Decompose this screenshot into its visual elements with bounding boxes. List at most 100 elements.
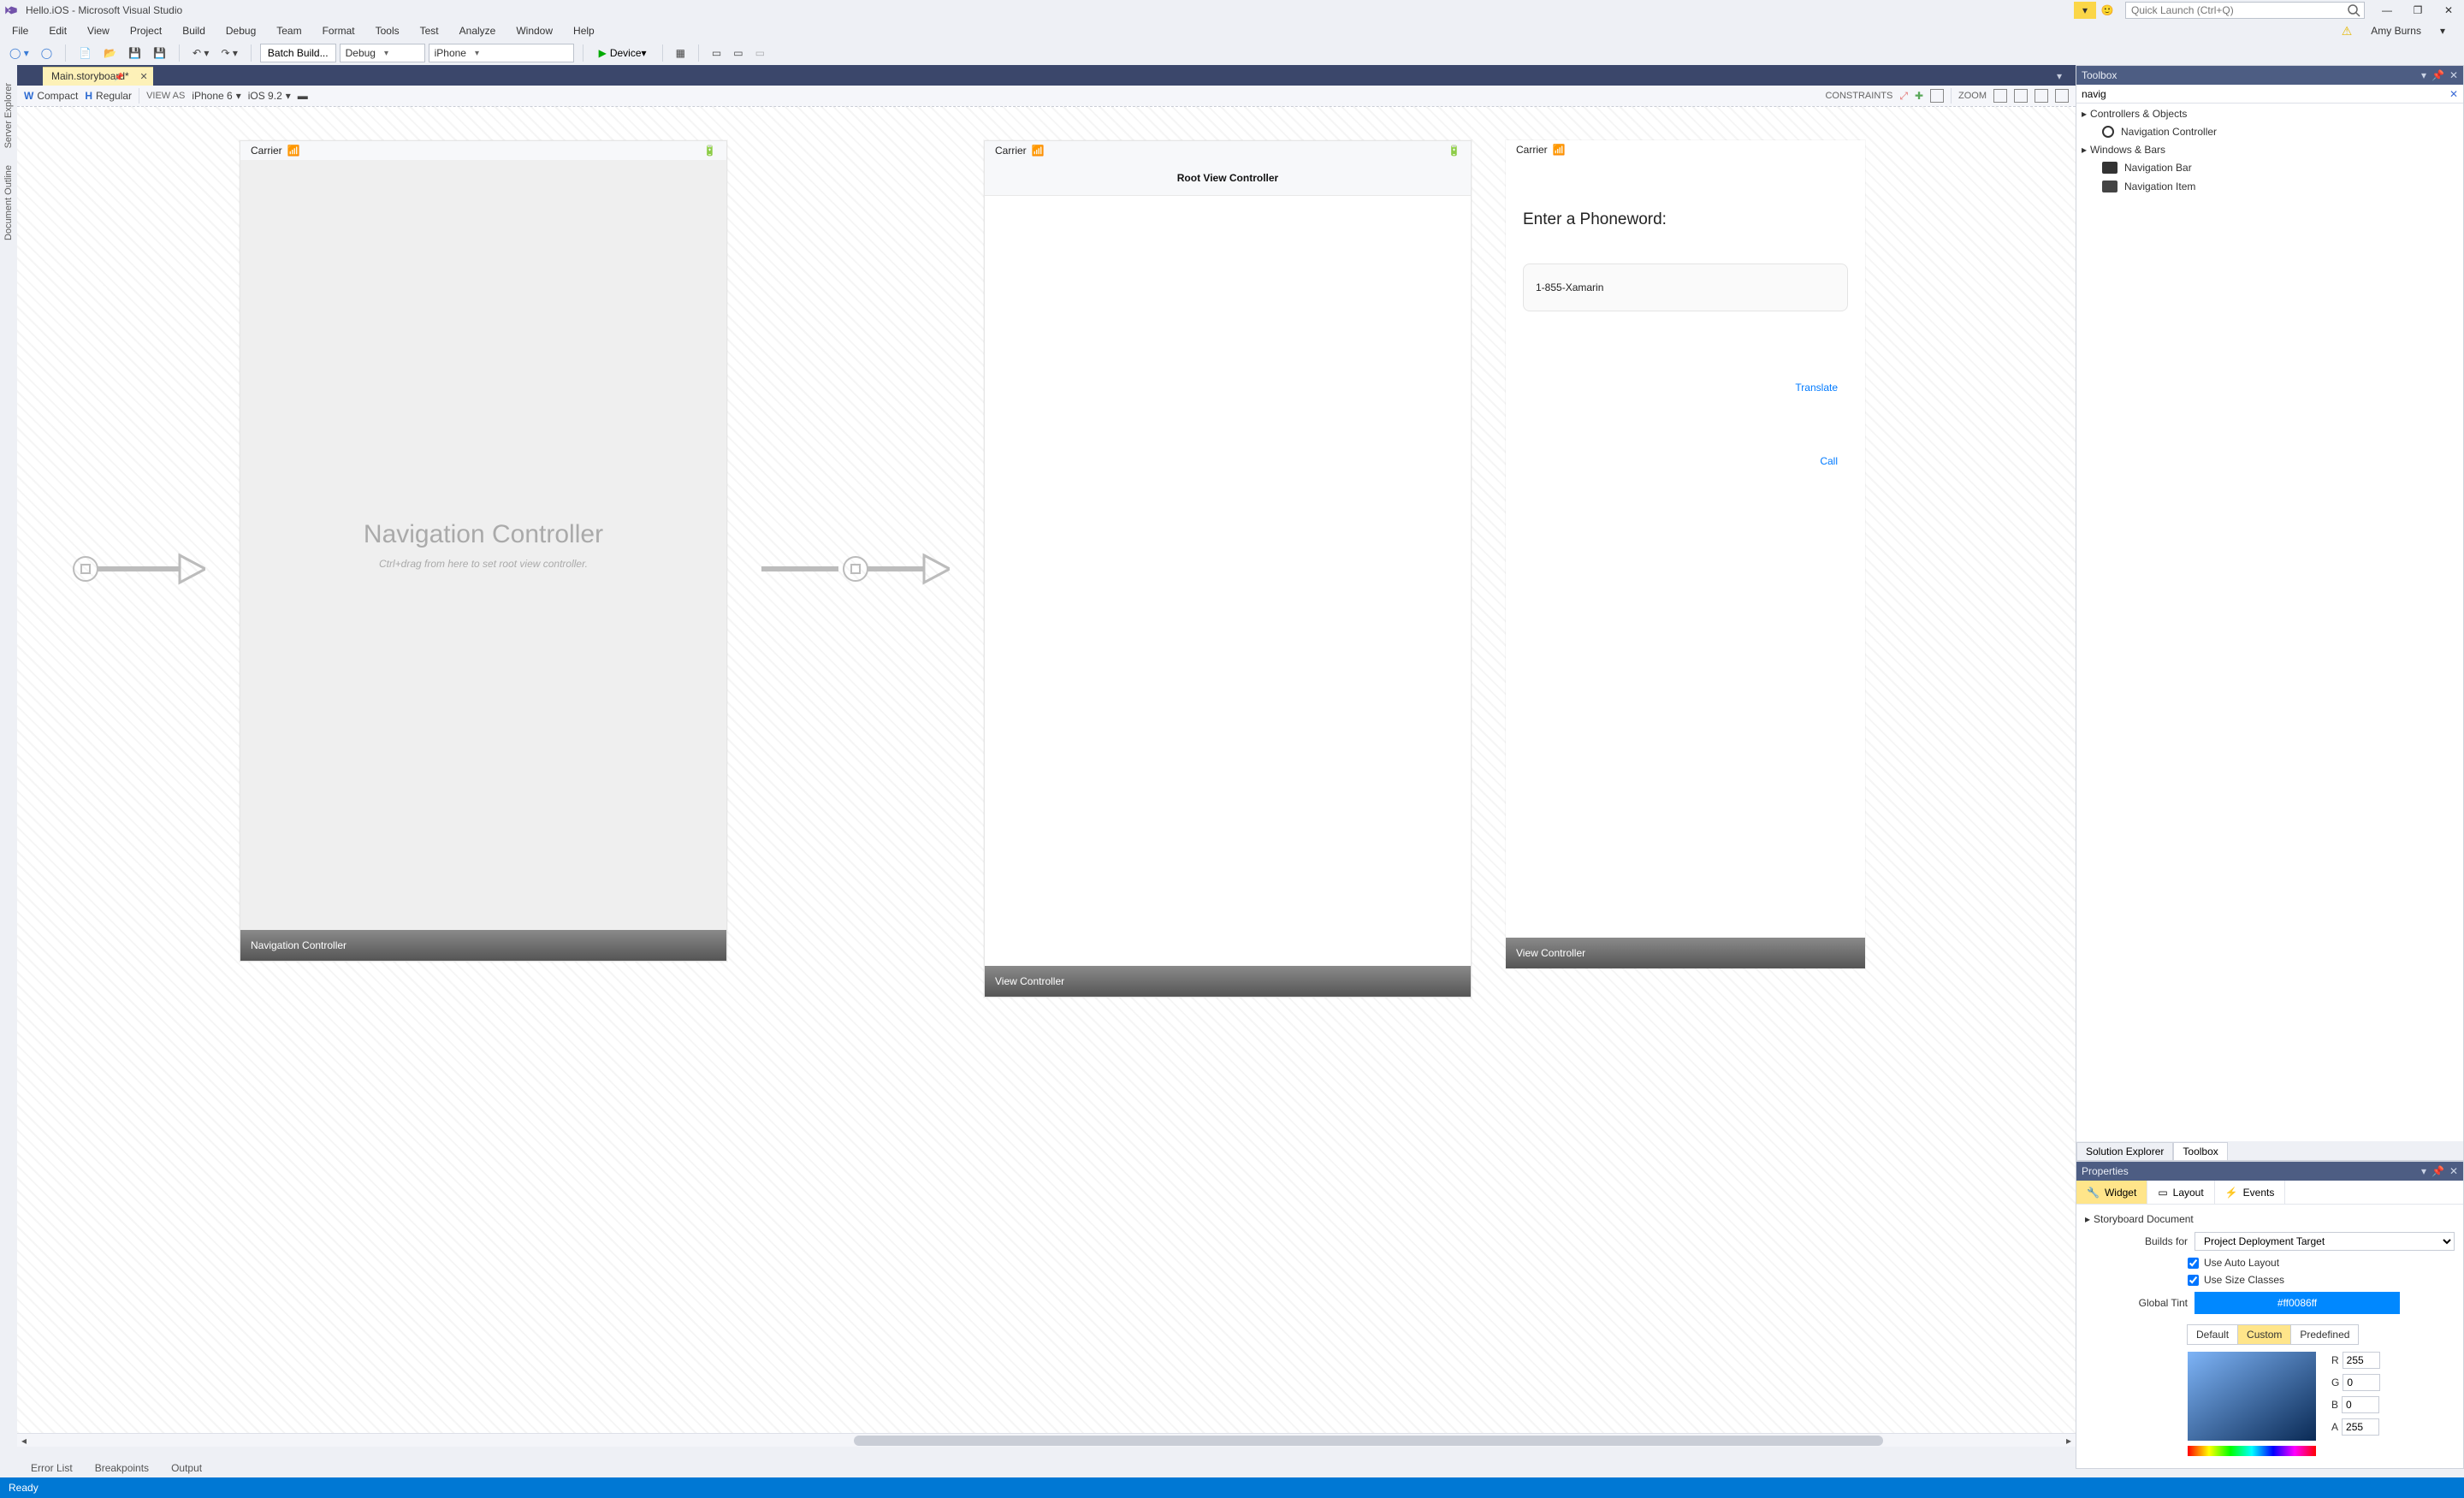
- properties-header[interactable]: Properties ▾📌✕: [2076, 1162, 2463, 1181]
- zoom-in-icon[interactable]: [2035, 89, 2048, 103]
- toolbox-search[interactable]: ✕: [2076, 85, 2463, 104]
- scene-navigation-controller[interactable]: Carrier 📶 🔋 Navigation Controller Ctrl+d…: [240, 140, 727, 962]
- zoom-out-icon[interactable]: [2014, 89, 2028, 103]
- b-input[interactable]: [2342, 1396, 2379, 1413]
- constraints-icon-b[interactable]: ✚: [1915, 90, 1923, 102]
- menu-help[interactable]: Help: [566, 21, 601, 40]
- root-segue-arrow[interactable]: [761, 543, 950, 595]
- menu-format[interactable]: Format: [316, 21, 362, 40]
- color-tab-default[interactable]: Default: [2187, 1324, 2238, 1345]
- constraints-icon-c[interactable]: [1930, 89, 1944, 103]
- notifications-flag-icon[interactable]: ▾: [2074, 2, 2096, 19]
- server-explorer-tab[interactable]: Server Explorer: [1, 77, 16, 154]
- menu-edit[interactable]: Edit: [42, 21, 74, 40]
- toolbox-group-windows-bars[interactable]: ▸ Windows & Bars: [2082, 141, 2458, 158]
- close-icon[interactable]: ✕: [2449, 1165, 2458, 1177]
- menu-build[interactable]: Build: [175, 21, 212, 40]
- size-class-w-value[interactable]: Compact: [37, 90, 78, 102]
- storyboard-canvas[interactable]: Carrier 📶 🔋 Navigation Controller Ctrl+d…: [17, 106, 2076, 1433]
- save-button[interactable]: 💾: [124, 44, 145, 62]
- menu-team[interactable]: Team: [270, 21, 308, 40]
- menu-file[interactable]: File: [5, 21, 35, 40]
- scene-root-view-controller[interactable]: Carrier 📶 🔋 Root View Controller View Co…: [984, 140, 1472, 998]
- document-well-overflow[interactable]: ▾: [2048, 67, 2070, 86]
- pin-icon[interactable]: 📌: [115, 73, 124, 82]
- redo-button[interactable]: ↷ ▾: [216, 44, 241, 62]
- properties-tab-events[interactable]: ⚡Events: [2215, 1181, 2286, 1204]
- tab-error-list[interactable]: Error List: [22, 1460, 81, 1477]
- properties-tab-layout[interactable]: ▭Layout: [2147, 1181, 2214, 1204]
- toolbox-search-input[interactable]: [2082, 88, 2449, 100]
- translate-button[interactable]: Translate: [1523, 363, 1848, 411]
- toolbox-group-controllers[interactable]: ▸ Controllers & Objects: [2082, 105, 2458, 122]
- menu-project[interactable]: Project: [123, 21, 169, 40]
- close-button[interactable]: ✕: [2433, 1, 2464, 20]
- new-project-button[interactable]: 📄: [74, 44, 96, 62]
- zoom-fit-icon[interactable]: [1993, 89, 2007, 103]
- toolbar-icon-b[interactable]: ▭: [708, 44, 726, 62]
- a-input[interactable]: [2342, 1418, 2379, 1436]
- view-as-ios[interactable]: iOS 9.2 ▾: [248, 90, 291, 102]
- global-tint-swatch[interactable]: #ff0086ff: [2194, 1292, 2400, 1314]
- call-button[interactable]: Call: [1523, 436, 1848, 484]
- minimize-button[interactable]: —: [2372, 1, 2402, 20]
- panel-menu-icon[interactable]: ▾: [2421, 69, 2426, 81]
- constraints-icon-a[interactable]: ⤢: [1899, 90, 1908, 103]
- toolbox-item-navigation-controller[interactable]: Navigation Controller: [2082, 122, 2458, 141]
- color-tab-predefined[interactable]: Predefined: [2290, 1324, 2359, 1345]
- open-button[interactable]: 📂: [99, 44, 121, 62]
- nav-fwd-button[interactable]: ◯: [37, 44, 56, 62]
- toolbar-icon-a[interactable]: ▦: [672, 44, 690, 62]
- tab-output[interactable]: Output: [163, 1460, 210, 1477]
- use-auto-layout-checkbox[interactable]: Use Auto Layout: [2085, 1254, 2455, 1271]
- solution-config-combo[interactable]: Debug: [340, 44, 425, 62]
- menu-view[interactable]: View: [80, 21, 116, 40]
- panel-menu-icon[interactable]: ▾: [2421, 1165, 2426, 1177]
- solution-platform-combo[interactable]: iPhone: [429, 44, 574, 62]
- undo-button[interactable]: ↶ ▾: [188, 44, 213, 62]
- r-input[interactable]: [2343, 1352, 2380, 1369]
- tab-solution-explorer[interactable]: Solution Explorer: [2076, 1142, 2173, 1160]
- toolbox-header[interactable]: Toolbox ▾📌✕: [2076, 66, 2463, 85]
- props-section-storyboard-document[interactable]: ▸ Storyboard Document: [2085, 1210, 2455, 1229]
- hue-slider[interactable]: [2188, 1446, 2316, 1456]
- menu-analyze[interactable]: Analyze: [453, 21, 503, 40]
- size-class-h-value[interactable]: Regular: [96, 90, 132, 102]
- toolbox-item-navigation-bar[interactable]: Navigation Bar: [2082, 158, 2458, 177]
- signed-in-user[interactable]: ⚠ Amy Burns ▾: [2335, 21, 2459, 42]
- tab-toolbox[interactable]: Toolbox: [2173, 1142, 2227, 1160]
- save-all-button[interactable]: 💾: [149, 44, 170, 62]
- quick-launch[interactable]: [2125, 2, 2365, 19]
- document-tab-main-storyboard[interactable]: Main.storyboard* 📌 ✕: [43, 67, 153, 86]
- nav-back-button[interactable]: ◯ ▾: [5, 44, 33, 62]
- g-input[interactable]: [2343, 1374, 2380, 1391]
- color-gradient-area[interactable]: [2188, 1352, 2316, 1441]
- use-size-classes-checkbox[interactable]: Use Size Classes: [2085, 1271, 2455, 1288]
- feedback-smile-icon[interactable]: 🙂: [2096, 2, 2118, 19]
- toolbox-item-navigation-item[interactable]: Navigation Item: [2082, 177, 2458, 196]
- zoom-actual-icon[interactable]: [2055, 89, 2069, 103]
- color-tab-custom[interactable]: Custom: [2237, 1324, 2291, 1345]
- clear-icon[interactable]: ✕: [2449, 88, 2458, 100]
- entry-point-arrow[interactable]: [68, 543, 205, 595]
- document-outline-tab[interactable]: Document Outline: [1, 159, 16, 246]
- tab-breakpoints[interactable]: Breakpoints: [86, 1460, 157, 1477]
- restore-button[interactable]: ❐: [2402, 1, 2433, 20]
- start-debug-button[interactable]: ▶Device ▾: [592, 44, 654, 62]
- phoneword-textfield[interactable]: 1-855-Xamarin: [1523, 263, 1848, 311]
- pin-icon[interactable]: 📌: [2431, 1165, 2444, 1177]
- pin-icon[interactable]: 📌: [2431, 69, 2444, 81]
- close-tab-icon[interactable]: ✕: [140, 71, 148, 82]
- batch-build-button[interactable]: Batch Build...: [260, 44, 336, 62]
- view-as-device[interactable]: iPhone 6 ▾: [192, 90, 240, 102]
- close-icon[interactable]: ✕: [2449, 69, 2458, 81]
- builds-for-combo[interactable]: Project Deployment Target: [2194, 1232, 2455, 1251]
- properties-tab-widget[interactable]: 🔧Widget: [2076, 1181, 2147, 1204]
- quick-launch-input[interactable]: [2126, 4, 2347, 16]
- menu-test[interactable]: Test: [413, 21, 446, 40]
- menu-window[interactable]: Window: [509, 21, 560, 40]
- canvas-horizontal-scrollbar[interactable]: ◂▸: [17, 1433, 2076, 1447]
- scene-phoneword-view-controller[interactable]: Carrier 📶 Enter a Phoneword: 1-855-Xamar…: [1506, 140, 1865, 968]
- toolbar-icon-c[interactable]: ▭: [729, 44, 747, 62]
- menu-debug[interactable]: Debug: [219, 21, 263, 40]
